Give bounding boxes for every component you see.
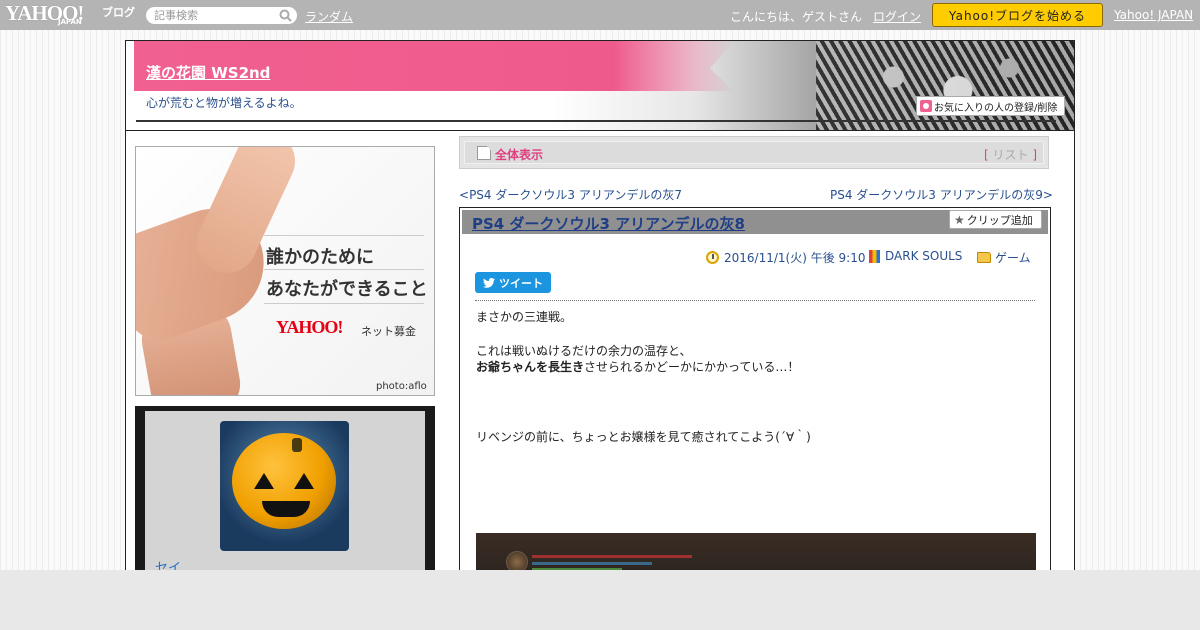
list-bracket-close: ] (1028, 148, 1037, 162)
folder-icon (977, 252, 991, 263)
pumpkin-eye (294, 473, 314, 489)
favorite-register-label: お気に入りの人の登録/削除 (934, 102, 1058, 114)
header-divider (136, 120, 1056, 122)
article-date-meta: 2016/11/1(火) 午後 9:10 (706, 249, 865, 266)
logo-blog-text: ブログ (102, 6, 135, 19)
tab-inner: 全体表示 [ リスト ] (464, 141, 1044, 164)
article-date-link[interactable]: 2016/11/1(火) 午後 9:10 (724, 249, 865, 266)
ad-service-name: ネット募金 (361, 325, 416, 338)
list-view-link[interactable]: リスト (992, 148, 1028, 162)
ad-yahoo-logo: YAHOO! (276, 317, 343, 337)
article-paragraph: お爺ちゃんを長生きさせられるかどーかにかかっている…！ (476, 358, 799, 375)
article-paragraph: まさかの三連戦。 (476, 310, 573, 324)
header-artwork (816, 41, 1074, 130)
book-icon (869, 249, 880, 263)
search-icon[interactable] (279, 9, 292, 22)
start-blog-button[interactable]: Yahoo!ブログを始める (932, 3, 1103, 27)
clip-add-label: クリップ追加 (966, 213, 1033, 227)
article-category-meta: DARK SOULS (869, 249, 962, 263)
greeting-text: こんにちは、ゲストさん (730, 10, 863, 24)
pumpkin-stem (292, 438, 302, 452)
prev-article-nav: <PS4 ダークソウル3 アリアンデルの灰7 (459, 186, 682, 203)
pumpkin-head-image (232, 433, 336, 529)
favorite-register-button[interactable]: お気に入りの人の登録/削除 (916, 96, 1065, 116)
tweet-label: ツイート (499, 276, 543, 290)
tab-list-view: [ リスト ] (984, 146, 1037, 163)
blog-description: 心が荒むと物が増えるよね。 (146, 96, 302, 110)
prev-article-link[interactable]: PS4 ダークソウル3 アリアンデルの灰7 (469, 188, 682, 202)
star-icon: ★ (954, 212, 965, 227)
next-arrow: > (1042, 188, 1053, 202)
next-article-link[interactable]: PS4 ダークソウル3 アリアンデルの灰9 (830, 188, 1043, 202)
article-paragraph: これは戦いぬけるだけの余力の温存と、 (476, 344, 692, 358)
article: PS4 ダークソウル3 アリアンデルの灰8 ★ クリップ追加 2016/11/1… (459, 207, 1051, 630)
ad-headline-1: 誰かのために (266, 247, 374, 268)
favorite-icon (920, 100, 932, 112)
top-bar: YAHOO! JAPAN ブログ ランダム こんにちは、ゲストさん ログイン Y… (0, 0, 1200, 30)
ad-photo-credit: photo:aflo (376, 381, 427, 392)
clip-add-button[interactable]: ★ クリップ追加 (949, 210, 1042, 229)
search-input[interactable] (146, 7, 297, 24)
next-article-nav: PS4 ダークソウル3 アリアンデルの灰9> (830, 186, 1053, 203)
blog-header: 漢の花園 WS2nd 心が荒むと物が増えるよね。 お気に入りの人の登録/削除 (126, 41, 1074, 131)
login-link[interactable]: ログイン (873, 8, 921, 25)
document-icon (477, 146, 491, 160)
ad-headline-2: あなたができること (266, 279, 428, 300)
article-bold-text: お爺ちゃんを長生き (476, 360, 585, 374)
hud-health-bar (532, 555, 692, 558)
ad-rule (264, 303, 424, 304)
prev-arrow: < (459, 188, 470, 202)
yahoo-japan-link[interactable]: Yahoo! JAPAN (1114, 8, 1193, 22)
main-container: 漢の花園 WS2nd 心が荒むと物が増えるよね。 お気に入りの人の登録/削除 誰… (125, 40, 1075, 630)
avatar[interactable] (220, 421, 349, 551)
article-divider (475, 300, 1035, 301)
tweet-button[interactable]: ツイート (475, 272, 551, 293)
hud-focus-bar (532, 562, 652, 565)
logo-sub-text: JAPAN (58, 18, 82, 26)
twitter-bird-icon (483, 277, 495, 288)
view-tab-bar: 全体表示 [ リスト ] (459, 136, 1049, 169)
blog-title[interactable]: 漢の花園 WS2nd (146, 62, 270, 83)
article-folder-link[interactable]: ゲーム (995, 249, 1031, 266)
article-text: させられるかどーかにかかっている…！ (584, 360, 800, 374)
article-title[interactable]: PS4 ダークソウル3 アリアンデルの灰8 (472, 213, 745, 234)
pumpkin-mouth (262, 501, 310, 517)
pumpkin-eye (254, 473, 274, 489)
clock-icon (706, 251, 719, 264)
article-paragraph: リベンジの前に、ちょっとお嬢様を見て癒されてこよう(´∀｀) (476, 430, 811, 444)
random-link[interactable]: ランダム (305, 8, 353, 25)
ad-rule (264, 269, 424, 270)
article-folder-meta: ゲーム (977, 249, 1031, 266)
article-category-link[interactable]: DARK SOULS (885, 249, 962, 263)
article-header: PS4 ダークソウル3 アリアンデルの灰8 ★ クリップ追加 (462, 210, 1048, 234)
ad-rule (264, 235, 424, 236)
charity-ad-banner[interactable]: 誰かのために あなたができること YAHOO! ネット募金 photo:aflo (135, 146, 435, 396)
tab-all-view[interactable]: 全体表示 (495, 146, 543, 163)
footer-band (0, 570, 1200, 630)
